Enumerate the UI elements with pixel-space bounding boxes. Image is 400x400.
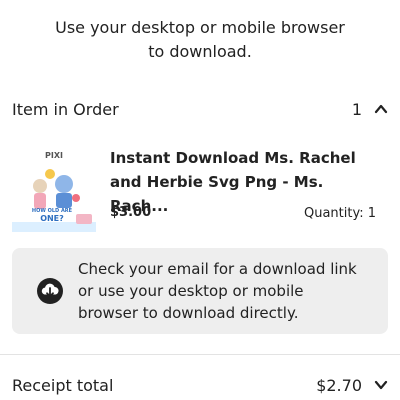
notice-line-1: Check your email for a download link [78,260,357,278]
items-count: 1 [351,99,362,119]
download-instructions: Use your desktop or mobile browser to do… [20,16,380,64]
receipt-amount-group: $2.70 [316,376,388,395]
chevron-down-icon[interactable] [374,378,388,392]
thumbnail-brand: PIXI [45,151,63,160]
section-divider [0,354,400,355]
item-quantity: Quantity: 1 [303,206,376,221]
cloud-download-icon [37,278,63,304]
order-download-page: Use your desktop or mobile browser to do… [0,0,400,400]
item-thumbnail-image: PIXI HOW OLD ARE ONE? [12,146,96,232]
item-price: $3.00 [110,205,152,220]
items-count-group: 1 [352,100,388,119]
notice-line-3: browser to download directly. [78,304,299,322]
download-notice-text: Check your email for a download link or … [78,258,378,324]
receipt-total-amount: $2.70 [316,375,362,395]
receipt-total-toggle[interactable]: Receipt total $2.70 [12,372,388,398]
items-in-order-label: Item in Order [12,99,119,119]
order-item[interactable]: PIXI HOW OLD ARE ONE? Instant Download M… [12,140,388,236]
chevron-up-icon[interactable] [374,102,388,116]
item-thumbnail[interactable]: PIXI HOW OLD ARE ONE? [12,146,96,232]
receipt-total-label: Receipt total [12,375,114,395]
instructions-line-2: to download. [148,42,252,61]
item-title-line-1: Instant Download Ms. Rachel [110,149,356,167]
download-notice: Check your email for a download link or … [12,248,388,334]
notice-line-2: or use your desktop or mobile [78,282,304,300]
items-in-order-toggle[interactable]: Item in Order 1 [12,96,388,122]
instructions-line-1: Use your desktop or mobile browser [55,18,345,37]
thumbnail-tagline-2: ONE? [40,214,64,223]
